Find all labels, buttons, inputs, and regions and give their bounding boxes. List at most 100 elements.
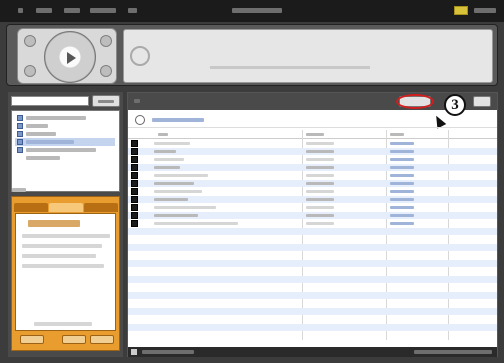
list-toolbar: 3: [128, 93, 497, 116]
track-row[interactable]: [128, 212, 497, 219]
mini-button[interactable]: [20, 335, 44, 344]
tree-item-label: [26, 132, 56, 136]
menu-item-2[interactable]: [36, 8, 52, 13]
app-window: 3: [0, 0, 504, 363]
track-row[interactable]: [128, 196, 497, 203]
empty-row: [128, 292, 497, 299]
search-input[interactable]: [11, 96, 89, 106]
column-header[interactable]: [390, 133, 404, 136]
tree-item-selected[interactable]: [15, 138, 115, 146]
row-checkbox-icon[interactable]: [131, 148, 138, 155]
app-logo-icon: [130, 46, 150, 66]
tree-item-label: [26, 148, 96, 152]
mini-tab[interactable]: [84, 203, 118, 212]
row-checkbox-icon[interactable]: [131, 349, 137, 355]
row-checkbox-icon[interactable]: [131, 140, 138, 147]
tree-item[interactable]: [15, 122, 115, 130]
volume-icon[interactable]: [24, 65, 36, 77]
mini-panel-body: [15, 213, 116, 331]
empty-row: [128, 260, 497, 267]
row-checkbox-icon[interactable]: [131, 212, 138, 219]
empty-row: [128, 324, 497, 331]
mini-line: [22, 244, 102, 248]
column-headers: [128, 130, 497, 139]
empty-row: [128, 244, 497, 251]
menu-item-1[interactable]: [18, 8, 23, 13]
track-row[interactable]: [128, 188, 497, 195]
tree-item[interactable]: [15, 154, 115, 162]
row-checkbox-icon[interactable]: [131, 188, 138, 195]
row-checkbox-icon[interactable]: [131, 196, 138, 203]
seek-bar[interactable]: [210, 66, 370, 69]
status-summary: [414, 350, 492, 354]
tree-item[interactable]: [15, 146, 115, 154]
folder-icon: [17, 147, 23, 153]
track-row[interactable]: [128, 148, 497, 155]
mini-button[interactable]: [62, 335, 86, 344]
empty-row: [128, 228, 497, 235]
toolbar-marker: [134, 99, 140, 103]
status-text: [142, 350, 194, 354]
column-header[interactable]: [158, 133, 168, 136]
library-tree: [11, 110, 120, 192]
window-controls[interactable]: [474, 8, 496, 13]
window-title: [232, 8, 282, 13]
track-row[interactable]: [128, 180, 497, 187]
tree-item-label: [26, 156, 60, 160]
track-list: [128, 140, 497, 340]
menu-item-3[interactable]: [64, 8, 80, 13]
folder-icon: [17, 115, 23, 121]
mini-tab[interactable]: [14, 203, 48, 212]
now-playing-display: [123, 29, 493, 83]
list-subheader: [128, 112, 497, 128]
transport-controls: [17, 28, 117, 84]
track-row[interactable]: [128, 140, 497, 147]
empty-row: [128, 308, 497, 315]
folder-icon: [17, 123, 23, 129]
row-checkbox-icon[interactable]: [131, 204, 138, 211]
mini-panel-heading: [12, 188, 26, 192]
row-checkbox-icon[interactable]: [131, 220, 138, 227]
mini-line: [22, 264, 104, 268]
menu-item-5[interactable]: [128, 8, 137, 13]
player-bar: [6, 24, 498, 86]
row-checkbox-icon[interactable]: [131, 164, 138, 171]
track-row[interactable]: [128, 220, 497, 227]
search-button[interactable]: [92, 95, 120, 107]
mini-tab-active[interactable]: [49, 203, 83, 212]
empty-row: [128, 276, 497, 283]
column-header[interactable]: [306, 133, 324, 136]
track-row[interactable]: [128, 156, 497, 163]
list-subheader-label: [152, 118, 204, 122]
mini-panel: [11, 196, 120, 351]
folder-icon: [17, 131, 23, 137]
row-checkbox-icon[interactable]: [131, 180, 138, 187]
toolbar-button[interactable]: [473, 96, 491, 107]
row-checkbox-icon[interactable]: [131, 156, 138, 163]
track-row[interactable]: [128, 204, 497, 211]
library-sidebar: [8, 92, 123, 357]
track-row[interactable]: [128, 172, 497, 179]
mini-button[interactable]: [90, 335, 114, 344]
menu-item-4[interactable]: [90, 8, 116, 13]
row-checkbox-icon[interactable]: [131, 172, 138, 179]
mini-input[interactable]: [28, 220, 80, 227]
tree-item[interactable]: [15, 114, 115, 122]
next-icon[interactable]: [100, 65, 112, 77]
tree-item[interactable]: [15, 130, 115, 138]
mini-line: [22, 254, 96, 258]
playlist-icon: [17, 139, 23, 145]
play-icon[interactable]: [67, 52, 76, 64]
search-button-label: [98, 100, 114, 103]
status-bar: [128, 347, 497, 357]
mini-footer: [34, 322, 92, 326]
transport-wheel[interactable]: [44, 31, 96, 83]
app-logo-icon: [454, 6, 468, 15]
track-list-panel: 3: [127, 92, 498, 357]
track-row[interactable]: [128, 164, 497, 171]
stop-icon[interactable]: [24, 35, 36, 47]
highlight-ring: [396, 94, 434, 109]
list-options-icon[interactable]: [135, 115, 145, 125]
previous-icon[interactable]: [100, 35, 112, 47]
tree-item-label: [26, 140, 74, 144]
